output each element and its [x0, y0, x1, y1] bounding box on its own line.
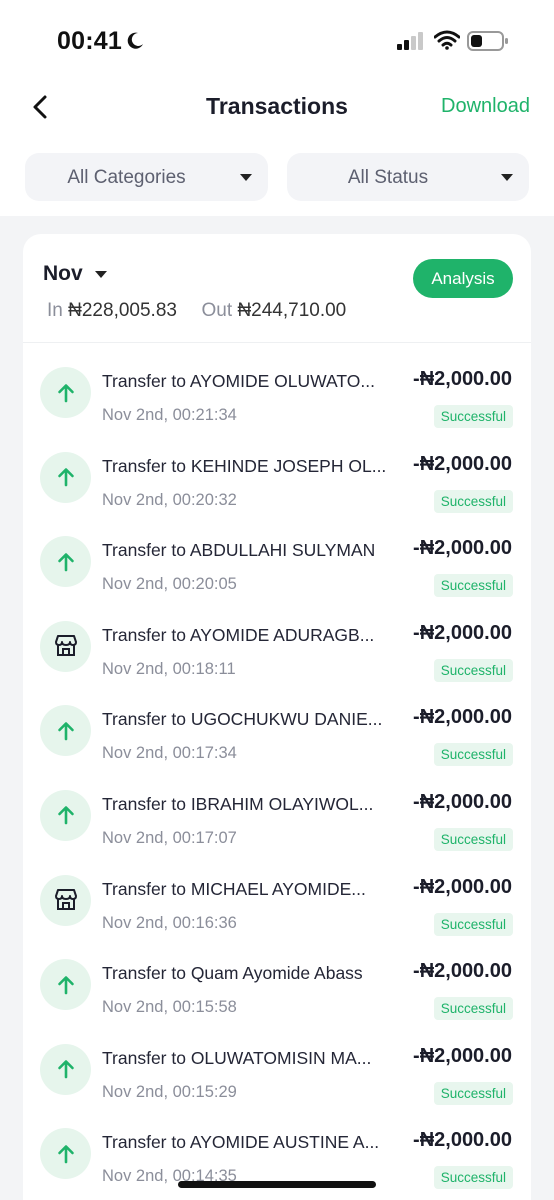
caret-down-icon[interactable]	[95, 271, 107, 278]
transaction-row[interactable]: Transfer to AYOMIDE ADURAGB... Nov 2nd, 0…	[23, 596, 531, 682]
transaction-name: Transfer to AYOMIDE ADURAGB...	[102, 624, 375, 645]
status-badge: Successful	[433, 405, 513, 428]
transaction-row[interactable]: Transfer to UGOCHUKWU DANIE... Nov 2nd, 0…	[23, 680, 531, 767]
transaction-name: Transfer to AYOMIDE AUSTINE A...	[102, 1132, 380, 1153]
transaction-amount: -₦2,000.00	[413, 1129, 512, 1152]
in-label: In	[47, 300, 63, 321]
status-badge: Successful	[433, 658, 513, 682]
cellular-signal-icon	[397, 32, 423, 50]
status-badge: Successful	[433, 574, 513, 598]
transaction-amount: -₦2,000.00	[413, 368, 512, 390]
month-selector[interactable]: Nov	[43, 262, 83, 286]
transactions-card: Nov In ₦228,005.83 Out ₦244,710.00 Analy…	[23, 234, 531, 1200]
status-badge: Successful	[433, 743, 513, 767]
transaction-amount: -₦2,000.00	[413, 621, 512, 644]
transaction-date: Nov 2nd, 00:15:58	[102, 998, 237, 1017]
transaction-row[interactable]: Transfer to AYOMIDE AUSTINE A... Nov 2nd,…	[23, 1103, 531, 1190]
out-label: Out	[201, 300, 233, 321]
transaction-amount: -₦2,000.00	[413, 790, 512, 813]
header-area: 00:41 Transactions Download All Categori…	[0, 0, 554, 216]
transaction-date: Nov 2nd, 00:21:34	[102, 406, 237, 424]
out-amount: ₦244,710.00	[237, 300, 347, 321]
transaction-name: Transfer to IBRAHIM OLAYIWOL...	[102, 793, 374, 814]
transaction-name: Transfer to KEHINDE JOSEPH OL...	[102, 455, 387, 476]
arrow-up-icon	[40, 789, 91, 841]
battery-icon	[467, 31, 508, 51]
transaction-amount: -₦2,000.00	[413, 706, 512, 729]
transaction-row[interactable]: Transfer to KEHINDE JOSEPH OL... Nov 2nd,…	[23, 427, 531, 513]
transaction-name: Transfer to MICHAEL AYOMIDE...	[102, 878, 366, 899]
status-bar: 00:41	[0, 0, 554, 80]
arrow-up-icon	[40, 451, 91, 503]
transaction-amount: -₦2,000.00	[413, 1044, 512, 1067]
status-badge: Successful	[433, 827, 513, 851]
transaction-date: Nov 2nd, 00:18:11	[102, 659, 236, 678]
transaction-row[interactable]: Transfer to MICHAEL AYOMIDE... Nov 2nd, 0…	[23, 850, 531, 936]
status-badge: Successful	[433, 489, 513, 513]
arrow-up-icon	[40, 1043, 91, 1095]
transaction-name: Transfer to ABDULLAHI SULYMAN	[102, 540, 376, 561]
transaction-date: Nov 2nd, 00:20:32	[102, 490, 237, 509]
transaction-amount: -₦2,000.00	[413, 875, 512, 898]
category-filter-dropdown[interactable]: All Categories	[25, 153, 268, 201]
status-filter-dropdown[interactable]: All Status	[287, 153, 529, 201]
nav-bar: Transactions Download	[0, 80, 554, 136]
caret-down-icon	[240, 174, 252, 181]
transaction-row[interactable]: Transfer to Quam Ayomide Abass Nov 2nd, 0…	[23, 934, 531, 1021]
arrow-up-icon	[40, 705, 91, 757]
transaction-row[interactable]: Transfer to ABDULLAHI SULYMAN Nov 2nd, 00…	[23, 511, 531, 598]
transaction-amount: -₦2,000.00	[413, 452, 512, 475]
status-filter-label: All Status	[347, 167, 429, 188]
month-summary: In ₦228,005.83 Out ₦244,710.00	[47, 300, 346, 322]
transaction-row[interactable]: Transfer to IBRAHIM OLAYIWOL... Nov 2nd, …	[23, 765, 531, 851]
in-amount: ₦228,005.83	[68, 300, 177, 321]
transaction-amount: -₦2,000.00	[413, 537, 512, 560]
status-badge: Successful	[433, 997, 513, 1021]
status-badge: Successful	[433, 1081, 513, 1105]
transaction-name: Transfer to Quam Ayomide Abass	[102, 963, 363, 984]
arrow-up-icon	[40, 1128, 91, 1180]
category-filter-label: All Categories	[67, 167, 186, 188]
store-icon	[40, 620, 91, 672]
transaction-date: Nov 2nd, 00:17:07	[102, 828, 237, 847]
transaction-date: Nov 2nd, 00:17:34	[102, 744, 237, 763]
transaction-amount: -₦2,000.00	[413, 960, 512, 983]
store-icon	[40, 874, 91, 926]
download-button[interactable]: Download	[441, 95, 530, 118]
transaction-date: Nov 2nd, 00:16:36	[102, 913, 237, 932]
transaction-name: Transfer to OLUWATOMISIN MA...	[102, 1047, 372, 1068]
transaction-row[interactable]: Transfer to OLUWATOMISIN MA... Nov 2nd, 0…	[23, 1019, 531, 1105]
arrow-up-icon	[40, 536, 91, 588]
wifi-icon	[434, 30, 460, 50]
moon-icon	[127, 32, 143, 49]
transaction-name: Transfer to UGOCHUKWU DANIE...	[102, 709, 383, 730]
analysis-button[interactable]: Analysis	[413, 259, 513, 298]
home-indicator[interactable]	[178, 1181, 376, 1188]
transaction-row[interactable]: Transfer to AYOMIDE OLUWATO... Nov 2nd, 0…	[23, 342, 531, 428]
transaction-name: Transfer to AYOMIDE OLUWATO...	[102, 371, 375, 391]
status-badge: Successful	[433, 912, 513, 936]
caret-down-icon	[501, 174, 513, 181]
transaction-date: Nov 2nd, 00:15:29	[102, 1082, 237, 1101]
status-time: 00:41	[57, 27, 122, 55]
transaction-list: Transfer to AYOMIDE OLUWATO... Nov 2nd, 0…	[23, 342, 531, 1190]
status-badge: Successful	[433, 1166, 513, 1190]
arrow-up-icon	[40, 959, 91, 1011]
transaction-date: Nov 2nd, 00:20:05	[102, 575, 237, 594]
arrow-up-icon	[40, 367, 91, 418]
